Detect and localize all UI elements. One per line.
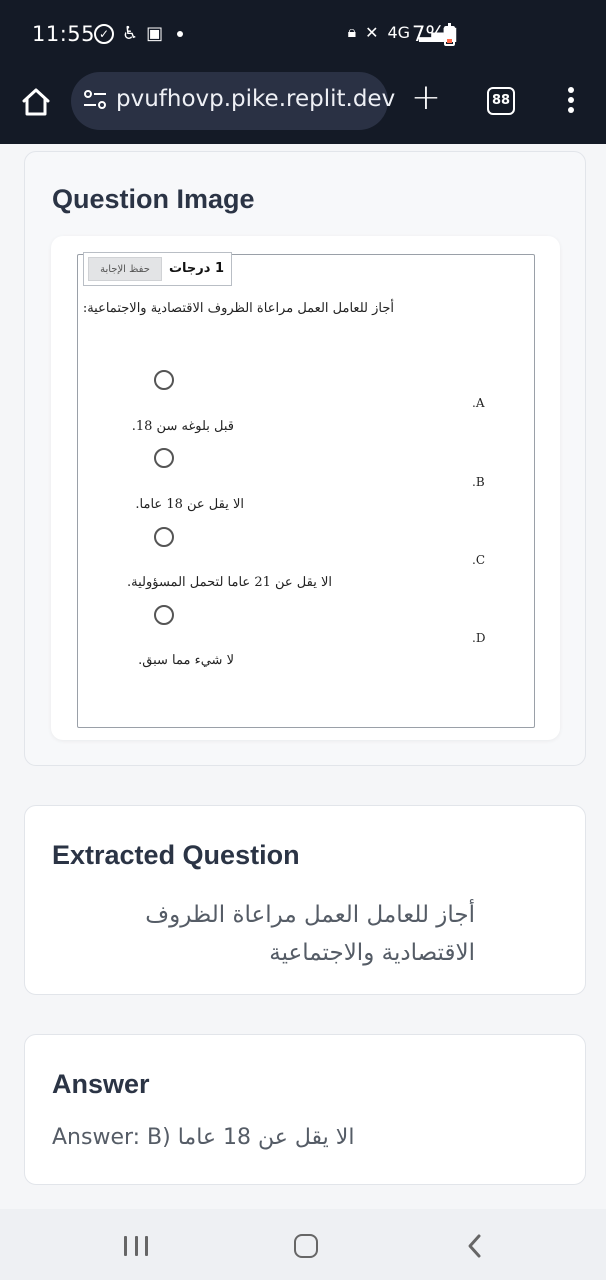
option-a-radio[interactable] [154, 370, 174, 390]
nav-home-icon[interactable] [294, 1234, 318, 1258]
question-screenshot: حفظ الإجابة 1 درجات أجاز للعامل العمل مر… [77, 252, 535, 728]
option-c-radio[interactable] [154, 527, 174, 547]
answer-title: Answer [52, 1069, 150, 1099]
option-d-letter: .D [472, 631, 486, 645]
notification-icons: ✓ ♿ ▣ [94, 23, 184, 44]
status-bar: 11:55 ✓ ♿ ▣ 🔒︎ ✕ 4G ▂▄▆ 7% [0, 0, 606, 70]
question-text: أجاز للعامل العمل مراعاة الظروف الاقتصاد… [82, 301, 394, 316]
battery-percent: 7% [412, 22, 446, 46]
check-circle-icon: ✓ [94, 24, 114, 44]
option-a-text: قبل بلوغه سن 18. [131, 419, 234, 434]
tab-switcher-icon[interactable]: 88 [487, 87, 515, 115]
device-icon: ▣ [146, 23, 164, 44]
extracted-question-title: Extracted Question [52, 840, 300, 870]
lock-icon: 🔒︎ [347, 22, 357, 41]
recents-icon[interactable] [124, 1236, 148, 1256]
extracted-question-card: Extracted Question أجاز للعامل العمل مرا… [24, 805, 586, 995]
status-time: 11:55 [32, 22, 96, 46]
address-bar[interactable]: pvufhovp.pike.replit.dev [71, 72, 395, 130]
option-b-radio[interactable] [154, 448, 174, 468]
option-b-letter: .B [472, 475, 485, 489]
option-b-text: الا يقل عن 18 عاما. [135, 497, 244, 512]
option-c-text: الا يقل عن 21 عاما لتحمل المسؤولية. [126, 575, 332, 590]
accessibility-icon: ♿ [122, 23, 139, 44]
question-header: حفظ الإجابة 1 درجات [83, 252, 232, 286]
back-icon[interactable] [464, 1233, 486, 1259]
system-nav-bar [0, 1209, 606, 1280]
answer-card: Answer Answer: B) الا يقل عن 18 عاما [24, 1034, 586, 1185]
browser-toolbar: pvufhovp.pike.replit.dev + 88 [0, 70, 606, 144]
mute-icon: ✕ [365, 22, 379, 42]
option-a-letter: .A [472, 396, 485, 410]
option-c-letter: .C [472, 553, 485, 567]
save-answer-button[interactable]: حفظ الإجابة [88, 257, 162, 281]
home-icon[interactable] [18, 84, 54, 120]
url-text[interactable]: pvufhovp.pike.replit.dev [116, 86, 395, 112]
option-d-text: لا شيء مما سبق. [138, 653, 234, 668]
option-d-radio[interactable] [154, 605, 174, 625]
question-image-card: Question Image حفظ الإجابة 1 درجات أجاز … [24, 151, 586, 766]
tune-icon[interactable] [83, 90, 107, 110]
extracted-question-text: أجاز للعامل العمل مراعاة الظروف الاقتصاد… [145, 902, 475, 966]
network-type: 4G [387, 22, 411, 42]
more-notifications-dot-icon [177, 31, 184, 37]
grade-label: 1 درجات [168, 261, 224, 276]
battery-icon [444, 23, 455, 46]
plus-icon[interactable]: + [409, 80, 443, 116]
more-vert-icon[interactable] [561, 87, 581, 115]
question-image-container: حفظ الإجابة 1 درجات أجاز للعامل العمل مر… [51, 236, 560, 740]
question-image-title: Question Image [52, 184, 255, 214]
answer-text: Answer: B) الا يقل عن 18 عاما [52, 1125, 355, 1150]
